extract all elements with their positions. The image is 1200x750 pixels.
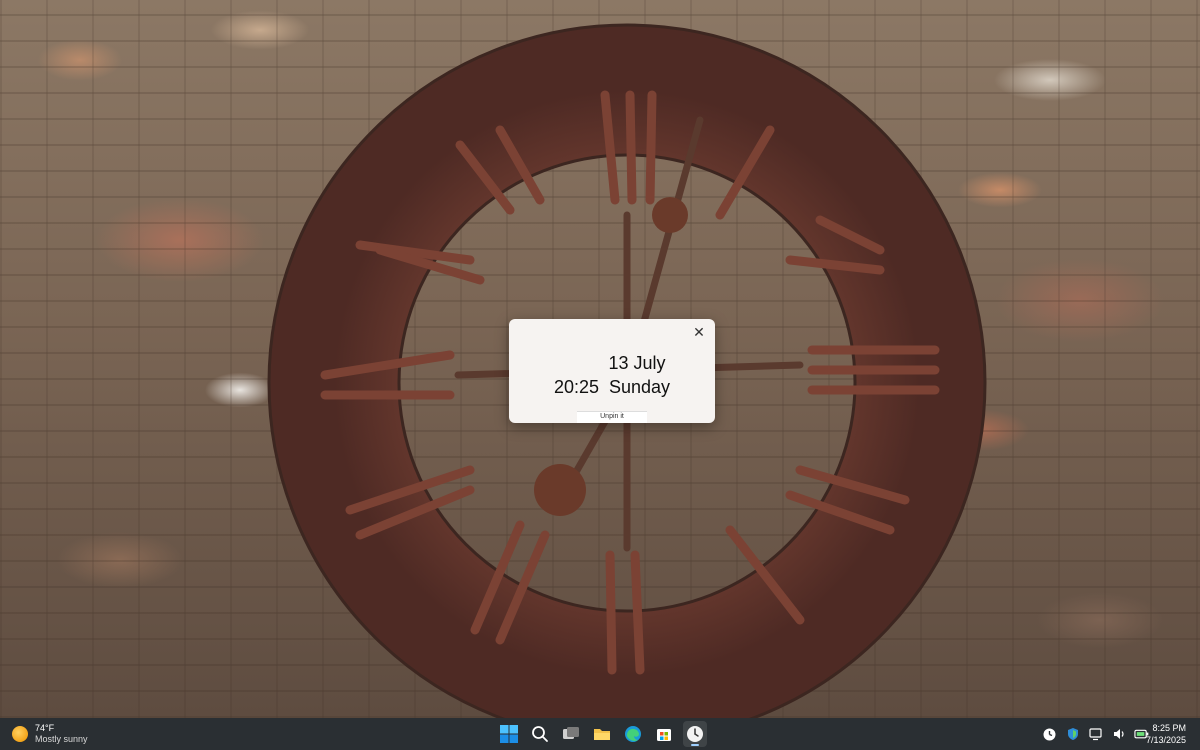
popup-time-row: 20:25 Sunday: [509, 377, 715, 398]
fleur-de-lis-ornament: [534, 464, 586, 516]
file-explorer-icon[interactable]: [590, 721, 614, 747]
taskbar-apps: [497, 721, 707, 747]
taskbar: 74°F Mostly sunny 8:25 PM 7/13/2025: [0, 718, 1200, 750]
close-icon[interactable]: ✕: [689, 322, 709, 342]
weather-temperature: 74°F: [35, 723, 55, 733]
taskbar-clock[interactable]: 8:25 PM 7/13/2025: [1146, 722, 1186, 746]
system-tray: [1042, 725, 1149, 743]
edge-browser-icon[interactable]: [621, 721, 645, 747]
popup-time: 20:25: [553, 377, 599, 397]
task-view-icon[interactable]: [559, 721, 583, 747]
network-icon[interactable]: [1088, 727, 1103, 742]
taskbar-date: 7/13/2025: [1145, 735, 1186, 745]
date-time-popup: ✕ 13 July 20:25 Sunday Unpin it: [509, 319, 715, 423]
microsoft-store-icon[interactable]: [652, 721, 676, 747]
popup-weekday: Sunday: [608, 377, 671, 397]
hand-ornament: [652, 197, 688, 233]
volume-icon[interactable]: [1111, 727, 1126, 742]
weather-text: 74°F Mostly sunny: [35, 723, 88, 745]
sun-icon: [12, 726, 28, 742]
weather-description: Mostly sunny: [35, 734, 88, 744]
search-icon[interactable]: [528, 721, 552, 747]
windows-start-icon[interactable]: [497, 721, 521, 747]
unpin-button[interactable]: Unpin it: [577, 411, 647, 423]
popup-date: 13 July: [608, 353, 666, 373]
clock-app-icon[interactable]: [683, 721, 707, 747]
weather-widget[interactable]: 74°F Mostly sunny: [12, 722, 88, 746]
security-shield-icon[interactable]: [1065, 727, 1080, 742]
taskbar-time: 8:25 PM: [1152, 723, 1186, 733]
clock-tray-icon[interactable]: [1042, 727, 1057, 742]
